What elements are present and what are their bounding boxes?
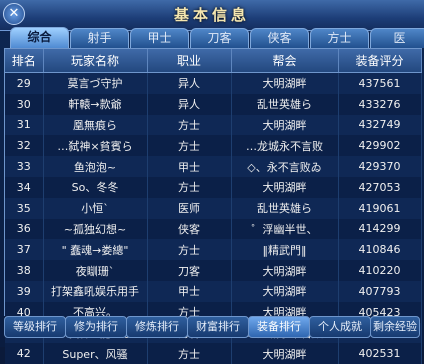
cell-guild: 大明湖畔 [231, 280, 339, 302]
close-button[interactable]: ✕ [3, 3, 25, 25]
cell-equipment-score: 427053 [338, 176, 422, 198]
cell-player-name: 打架鑫吼娱乐用手 [43, 280, 148, 302]
cell-rank: 31 [5, 114, 44, 136]
cell-class: 方士 [147, 239, 232, 261]
cell-equipment-score: 402531 [338, 343, 422, 364]
cell-equipment-score: 429902 [338, 135, 422, 157]
cell-equipment-score: 437561 [338, 72, 422, 94]
class-tabs: 综合 射手 甲士 刀客 侠客 方士医 [10, 27, 424, 48]
tab-6[interactable]: 医 [370, 28, 424, 48]
cell-equipment-score: 419061 [338, 197, 422, 219]
cell-equipment-score: 410846 [338, 239, 422, 261]
table-row[interactable]: 42 Super、风骚 方士 大明湖畔 402531 [5, 343, 422, 364]
cell-player-name: " 蠢魂→娄總" [43, 239, 148, 261]
cell-guild: 大明湖畔 [231, 260, 339, 281]
cell-class: 甲士 [147, 156, 232, 177]
cell-guild: ‖精武門‖ [231, 239, 339, 261]
tab-4[interactable]: 侠客 [250, 28, 309, 48]
header-player-name[interactable]: 玩家名称 [43, 49, 148, 73]
header-class[interactable]: 职业 [147, 49, 232, 73]
cell-class: 医师 [147, 197, 232, 219]
ranking-tab-4[interactable]: 装备排行 [248, 316, 310, 338]
cell-guild: ゜浮幽半世、 [231, 218, 339, 240]
table-row[interactable]: 33 鱼泡泡~ 甲士 ◇、永不言败ゐ 429370 [5, 156, 422, 177]
tab-3[interactable]: 刀客 [190, 28, 249, 48]
cell-rank: 34 [5, 176, 44, 198]
table-row[interactable]: 34 So、冬冬 方士 大明湖畔 427053 [5, 176, 422, 198]
cell-guild: 大明湖畔 [231, 72, 339, 94]
cell-guild: 大明湖畔 [231, 343, 339, 364]
ranking-tab-1[interactable]: 修为排行 [65, 316, 127, 338]
ranking-window: 基本信息 ✕ 综合 射手 甲士 刀客 侠客 方士医 排名 玩家名称 职业 帮会 装备评分 … [0, 0, 424, 364]
ranking-tab-5[interactable]: 个人成就 [309, 316, 371, 338]
cell-class: 方士 [147, 176, 232, 198]
cell-rank: 36 [5, 218, 44, 240]
table-row[interactable]: 32 …弑神×貧賓ら 方士 …龙城永不言败 429902 [5, 135, 422, 157]
cell-player-name: So、冬冬 [43, 176, 148, 198]
table-row[interactable]: 36 ~孤独幻想~ 侠客 ゜浮幽半世、 414299 [5, 218, 422, 240]
cell-player-name: Super、风骚 [43, 343, 148, 364]
cell-rank: 38 [5, 260, 44, 281]
table-row[interactable]: 29 莫言づ守护 异人 大明湖畔 437561 [5, 72, 422, 94]
cell-class: 方士 [147, 135, 232, 157]
ranking-tab-0[interactable]: 等级排行 [4, 316, 66, 338]
ranking-table: 排名 玩家名称 职业 帮会 装备评分 29 莫言づ守护 异人 大明湖畔 437561 30… [4, 48, 422, 364]
table-row[interactable]: 39 打架鑫吼娱乐用手 甲士 大明湖畔 407793 [5, 280, 422, 302]
cell-guild: 乱世英雄ら [231, 93, 339, 115]
cell-player-name: ~孤独幻想~ [43, 218, 148, 240]
cell-rank: 35 [5, 197, 44, 219]
cell-rank: 30 [5, 93, 44, 115]
cell-class: 方士 [147, 114, 232, 136]
header-guild[interactable]: 帮会 [231, 49, 339, 73]
cell-player-name: 夜瞓珊` [43, 260, 148, 281]
cell-guild: 乱世英雄ら [231, 197, 339, 219]
cell-equipment-score: 407793 [338, 280, 422, 302]
cell-equipment-score: 433276 [338, 93, 422, 115]
ranking-tab-2[interactable]: 修炼排行 [126, 316, 188, 338]
header-rank[interactable]: 排名 [5, 49, 44, 73]
ranking-tab-6[interactable]: 剩余经验 [370, 316, 420, 338]
table-header-row: 排名 玩家名称 职业 帮会 装备评分 [5, 49, 422, 73]
cell-player-name: 小恒` [43, 197, 148, 219]
tab-2[interactable]: 甲士 [130, 28, 189, 48]
ranking-category-tabs: 等级排行 修为排行 修炼排行 财富排行 装备排行 个人成就 剩余经验 [4, 316, 424, 338]
cell-class: 异人 [147, 72, 232, 94]
cell-player-name: 軒轅→款爺 [43, 93, 148, 115]
cell-rank: 32 [5, 135, 44, 157]
cell-guild: …龙城永不言败 [231, 135, 339, 157]
table-row[interactable]: 31 凰無痕ら 方士 大明湖畔 432749 [5, 114, 422, 136]
cell-equipment-score: 410220 [338, 260, 422, 281]
cell-player-name: 凰無痕ら [43, 114, 148, 136]
cell-guild: 大明湖畔 [231, 176, 339, 198]
cell-rank: 37 [5, 239, 44, 261]
table-row[interactable]: 30 軒轅→款爺 异人 乱世英雄ら 433276 [5, 93, 422, 115]
cell-guild: ◇、永不言败ゐ [231, 156, 339, 177]
cell-player-name: 莫言づ守护 [43, 72, 148, 94]
cell-equipment-score: 414299 [338, 218, 422, 240]
ranking-tab-3[interactable]: 财富排行 [187, 316, 249, 338]
table-row[interactable]: 37 " 蠢魂→娄總" 方士 ‖精武門‖ 410846 [5, 239, 422, 261]
cell-equipment-score: 432749 [338, 114, 422, 136]
cell-class: 异人 [147, 93, 232, 115]
window-title: 基本信息 [173, 6, 250, 24]
cell-rank: 33 [5, 156, 44, 177]
tab-1[interactable]: 射手 [70, 28, 129, 48]
cell-player-name: …弑神×貧賓ら [43, 135, 148, 157]
cell-guild: 大明湖畔 [231, 114, 339, 136]
cell-class: 侠客 [147, 218, 232, 240]
cell-rank: 42 [5, 343, 44, 364]
table-row[interactable]: 35 小恒` 医师 乱世英雄ら 419061 [5, 197, 422, 219]
cell-class: 方士 [147, 343, 232, 364]
cell-class: 刀客 [147, 260, 232, 281]
cell-equipment-score: 429370 [338, 156, 422, 177]
cell-class: 甲士 [147, 280, 232, 302]
table-row[interactable]: 38 夜瞓珊` 刀客 大明湖畔 410220 [5, 260, 422, 281]
cell-player-name: 鱼泡泡~ [43, 156, 148, 177]
tab-0[interactable]: 综合 [10, 27, 69, 48]
tab-5[interactable]: 方士 [310, 28, 369, 48]
cell-rank: 29 [5, 72, 44, 94]
cell-rank: 39 [5, 280, 44, 302]
header-equipment-score[interactable]: 装备评分 [338, 49, 422, 73]
